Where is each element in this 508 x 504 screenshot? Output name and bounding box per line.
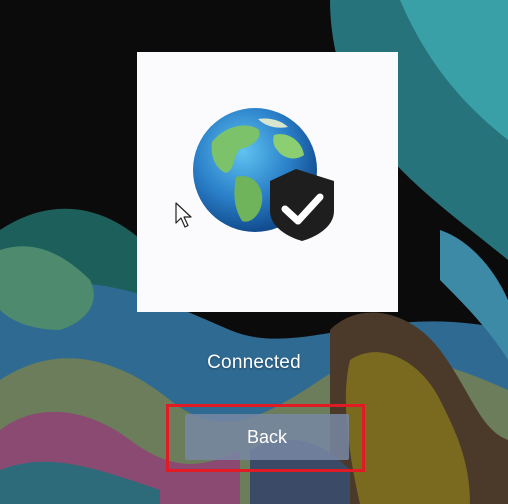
status-card — [137, 52, 398, 312]
globe-shield-check-icon — [192, 107, 342, 247]
mouse-pointer-icon — [175, 202, 192, 228]
back-button[interactable]: Back — [185, 414, 349, 460]
connection-screen: Connected Back — [0, 0, 508, 504]
connection-status-text: Connected — [207, 352, 301, 373]
